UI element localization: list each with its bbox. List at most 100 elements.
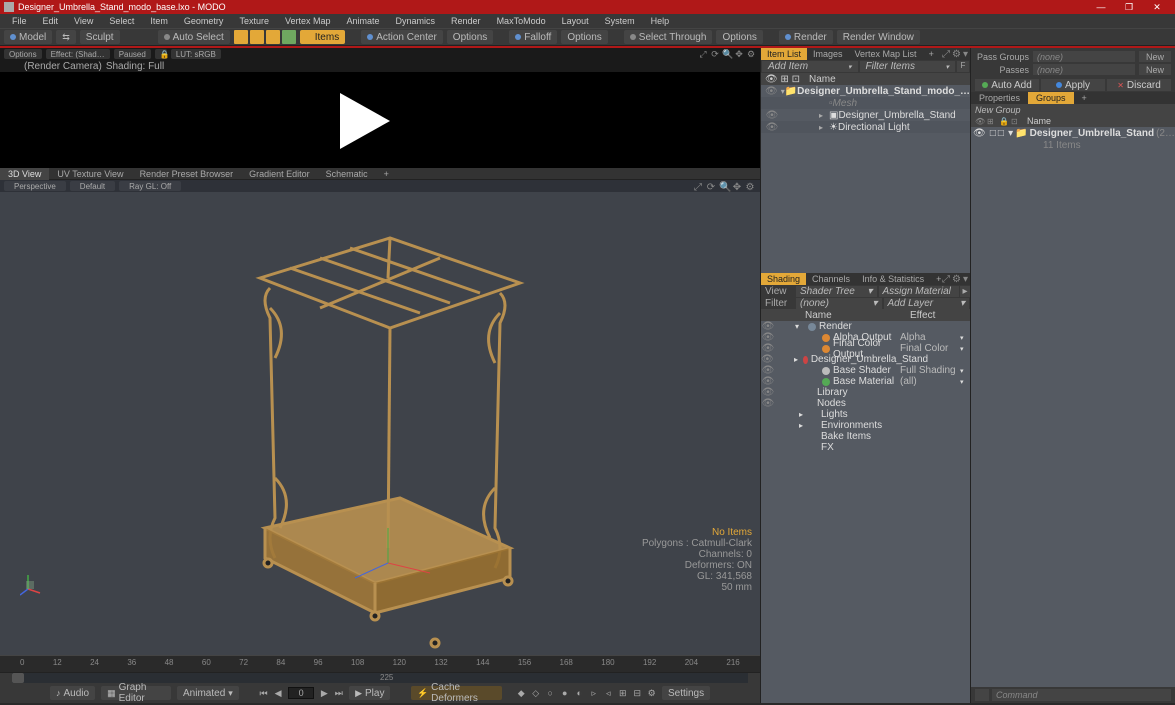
falloff-button[interactable]: Falloff: [509, 30, 557, 44]
shade-row[interactable]: 👁Base Material(all)▾: [761, 376, 970, 387]
view-tab-gradient-editor[interactable]: Gradient Editor: [241, 168, 318, 180]
filter-dropdown[interactable]: (none)▾: [796, 298, 882, 309]
shading-tab-shading[interactable]: Shading: [761, 273, 806, 285]
shading-default-dropdown[interactable]: Default: [70, 181, 115, 191]
play-icon[interactable]: [340, 93, 390, 149]
shade-row[interactable]: ▸Lights: [761, 409, 970, 420]
add-layer-dropdown[interactable]: Add Layer▾: [884, 298, 970, 309]
pass-groups-new-button[interactable]: New: [1139, 51, 1171, 62]
preview-effect[interactable]: Effect: (Shad…: [46, 49, 110, 59]
passes-new-button[interactable]: New: [1139, 64, 1171, 75]
skip-end-icon[interactable]: ⏭: [335, 688, 344, 698]
shading-tree[interactable]: 👁▾Render👁Alpha OutputAlpha▾👁Final Color …: [761, 321, 970, 703]
options-button-1[interactable]: Options: [447, 30, 493, 44]
menu-geometry[interactable]: Geometry: [176, 16, 232, 26]
menu-item[interactable]: Item: [142, 16, 176, 26]
menu-render[interactable]: Render: [443, 16, 489, 26]
menu-dynamics[interactable]: Dynamics: [388, 16, 444, 26]
key-icon-8[interactable]: ⊞: [618, 688, 627, 698]
command-input[interactable]: Command: [992, 689, 1171, 701]
shade-row[interactable]: Bake Items: [761, 431, 970, 442]
play-button[interactable]: ▶ Play: [349, 686, 390, 700]
command-icon[interactable]: [975, 689, 989, 701]
view-tab-schematic[interactable]: Schematic: [318, 168, 376, 180]
key-icon-9[interactable]: ⊟: [633, 688, 642, 698]
menu-vertex-map[interactable]: Vertex Map: [277, 16, 339, 26]
key-icon-1[interactable]: ◆: [517, 688, 526, 698]
vp-pan-icon[interactable]: ✥: [732, 182, 742, 193]
sh-pop-icon[interactable]: ⤢: [942, 274, 950, 285]
cache-deformers-button[interactable]: ⚡ Cache Deformers: [411, 686, 502, 700]
shade-row[interactable]: 👁▸Designer_Umbrella_Stand: [761, 354, 970, 365]
settings-button[interactable]: Settings: [662, 686, 710, 700]
toggle-button[interactable]: ⇆: [56, 30, 76, 44]
key-icon-3[interactable]: ○: [546, 688, 555, 698]
menu-select[interactable]: Select: [101, 16, 142, 26]
action-center-button[interactable]: Action Center: [361, 30, 443, 44]
assign-material-dropdown[interactable]: Assign Material: [879, 286, 960, 297]
menu-view[interactable]: View: [66, 16, 101, 26]
preview-lut[interactable]: LUT: sRGB: [171, 49, 221, 59]
frame-input[interactable]: 0: [288, 687, 314, 699]
menu-file[interactable]: File: [4, 16, 35, 26]
shade-row[interactable]: 👁Base ShaderFull Shading▾: [761, 365, 970, 376]
minimize-button[interactable]: —: [1087, 0, 1115, 14]
properties-tab[interactable]: Properties: [971, 92, 1028, 104]
raygl-dropdown[interactable]: Ray GL: Off: [119, 181, 181, 191]
sel-mode-1[interactable]: [234, 30, 248, 44]
vp-expand-icon[interactable]: ⤢: [693, 182, 703, 193]
auto-add-button[interactable]: Auto Add: [975, 79, 1039, 91]
sel-mode-3[interactable]: [266, 30, 280, 44]
panel-tab-add[interactable]: +: [923, 48, 940, 60]
items-button[interactable]: Items: [300, 30, 345, 44]
step-fwd-icon[interactable]: ▶: [320, 688, 329, 698]
sh-chevron-icon[interactable]: ▾: [963, 274, 968, 285]
view-tab-uv-texture-view[interactable]: UV Texture View: [49, 168, 131, 180]
panel-tab-images[interactable]: Images: [807, 48, 849, 60]
panel-gear-icon[interactable]: ⚙: [952, 49, 961, 60]
view-tab-render-preset-browser[interactable]: Render Preset Browser: [132, 168, 242, 180]
model-button[interactable]: Model: [4, 30, 52, 44]
vp-rotate-icon[interactable]: ⟳: [706, 182, 716, 193]
view-tab-3d-view[interactable]: 3D View: [0, 168, 49, 180]
filter-toggle-icon[interactable]: F: [957, 61, 969, 72]
shade-row[interactable]: 👁Library: [761, 387, 970, 398]
sculpt-button[interactable]: Sculpt: [80, 30, 120, 44]
step-back-icon[interactable]: ◀: [274, 688, 283, 698]
preview-lock-icon[interactable]: 🔒: [155, 49, 167, 59]
preview-options[interactable]: Options: [4, 49, 42, 59]
sh-gear-icon[interactable]: ⚙: [952, 274, 961, 285]
rotate-icon[interactable]: ⟳: [710, 49, 720, 59]
menu-layout[interactable]: Layout: [554, 16, 597, 26]
shading-tab-info-&-statistics[interactable]: Info & Statistics: [856, 273, 930, 285]
perspective-dropdown[interactable]: Perspective: [4, 181, 66, 191]
groups-tab[interactable]: Groups: [1028, 92, 1074, 104]
new-group-button[interactable]: New Group: [971, 104, 1175, 115]
sel-mode-2[interactable]: [250, 30, 264, 44]
pass-groups-dropdown[interactable]: (none): [1033, 51, 1135, 62]
filter-items-dropdown[interactable]: Filter Items▾: [860, 61, 956, 72]
shader-tree-dropdown[interactable]: Shader Tree▾: [796, 286, 877, 297]
options-button-3[interactable]: Options: [716, 30, 762, 44]
shading-full-dropdown[interactable]: Shading: Full: [106, 61, 164, 72]
render-button[interactable]: Render: [779, 30, 833, 44]
animated-dropdown[interactable]: Animated ▾: [177, 686, 239, 700]
panel-chevron-icon[interactable]: ▾: [963, 49, 968, 60]
view-tab-add[interactable]: +: [376, 168, 397, 180]
panel-pop-icon[interactable]: ⤢: [942, 49, 950, 60]
render-camera-dropdown[interactable]: (Render Camera): [24, 61, 102, 72]
assign-toggle[interactable]: ▸: [960, 286, 970, 297]
auto-select-button[interactable]: Auto Select: [158, 30, 230, 44]
menu-texture[interactable]: Texture: [231, 16, 277, 26]
audio-button[interactable]: ♪ Audio: [50, 686, 95, 700]
panel-tab-vertex-map-list[interactable]: Vertex Map List: [849, 48, 923, 60]
key-icon-5[interactable]: ◐: [575, 688, 584, 698]
pan-icon[interactable]: ✥: [734, 49, 744, 59]
key-icon-7[interactable]: ◃: [604, 688, 613, 698]
key-icon-2[interactable]: ◇: [531, 688, 540, 698]
timeline-scrubber[interactable]: 225: [12, 673, 748, 683]
menu-animate[interactable]: Animate: [338, 16, 387, 26]
vp-zoom-icon[interactable]: 🔍: [719, 182, 729, 193]
graph-editor-button[interactable]: ▦ Graph Editor: [101, 686, 171, 700]
gear-icon[interactable]: ⚙: [746, 49, 756, 59]
